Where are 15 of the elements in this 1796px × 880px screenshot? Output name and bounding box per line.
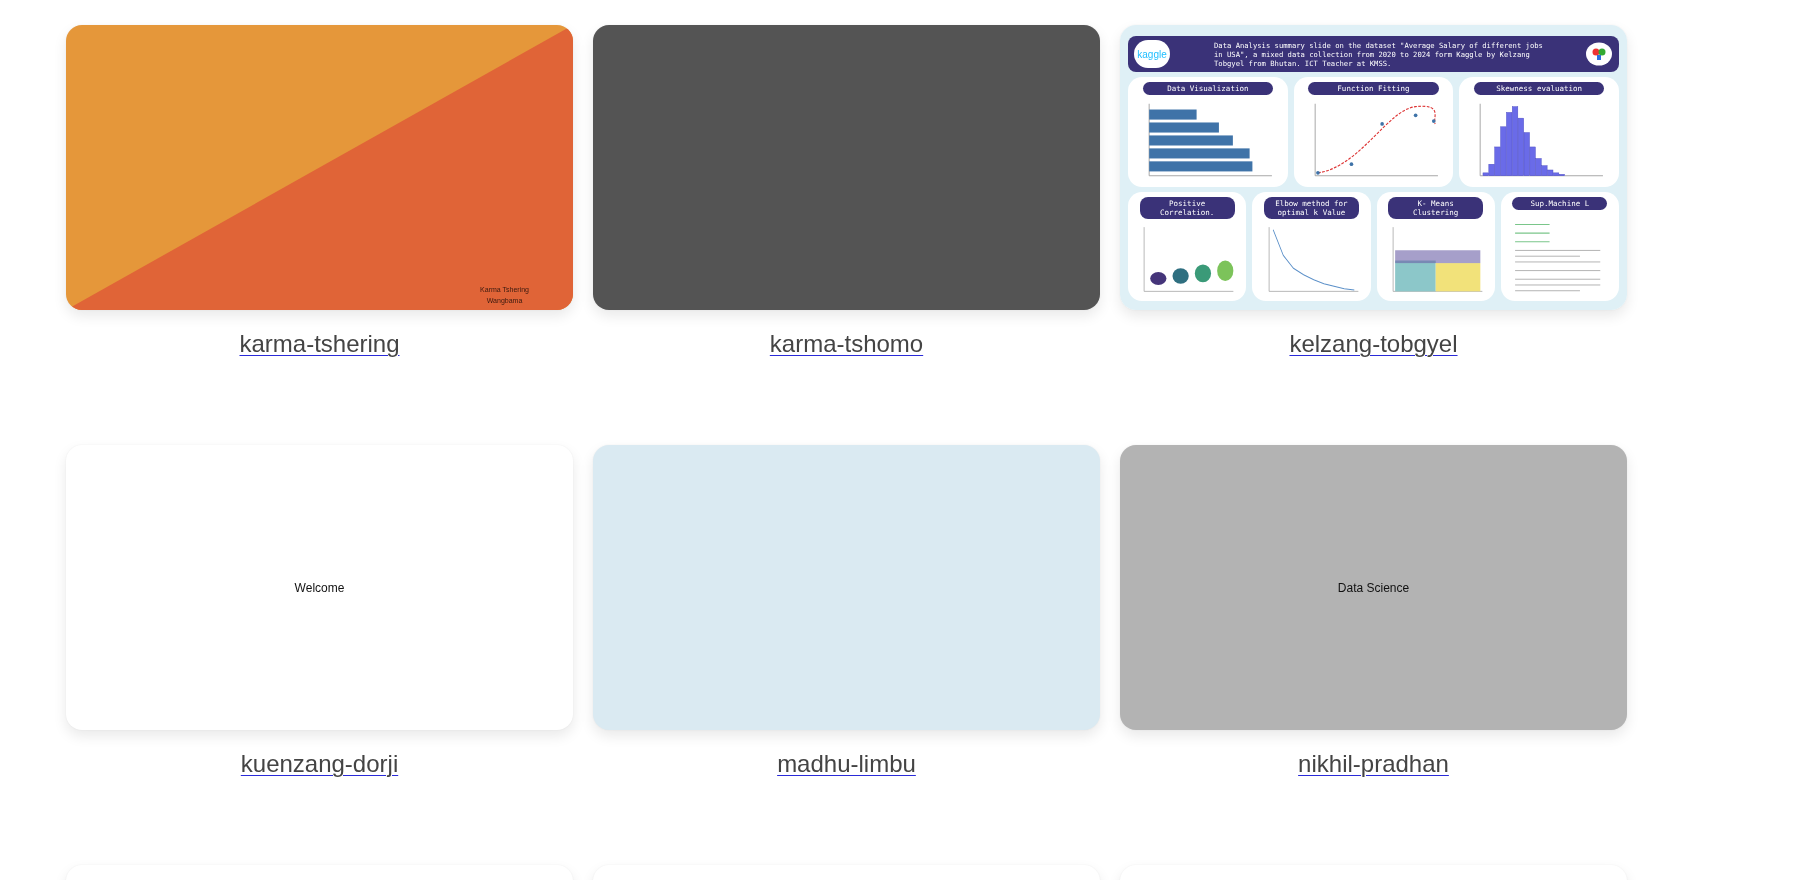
thumbnail-card[interactable]: Welcome bbox=[66, 445, 573, 730]
thumbnail-card[interactable]: Data Science bbox=[1120, 445, 1627, 730]
card-link[interactable]: kelzang-tobgyel bbox=[1289, 330, 1458, 358]
card-link[interactable]: karma-tshering bbox=[239, 330, 400, 358]
card-text: Data Science bbox=[1337, 580, 1410, 595]
card-link[interactable]: nikhil-pradhan bbox=[1298, 750, 1449, 778]
card-link[interactable]: kuenzang-dorji bbox=[240, 750, 399, 778]
logo: kaggle bbox=[1134, 40, 1170, 68]
thumbnail-card[interactable] bbox=[593, 25, 1100, 310]
card-text: Welcome bbox=[294, 580, 345, 595]
thumbnail-card[interactable] bbox=[593, 445, 1100, 730]
thumbnail-card[interactable] bbox=[1120, 25, 1627, 310]
card-link[interactable]: karma-tshomo bbox=[769, 330, 924, 358]
card-link[interactable]: madhu-limbu bbox=[777, 750, 916, 778]
logo-icon bbox=[1585, 42, 1613, 66]
